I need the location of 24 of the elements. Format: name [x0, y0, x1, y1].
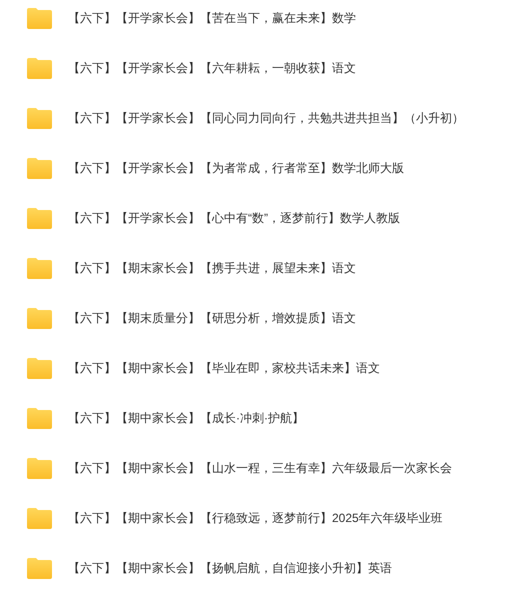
folder-icon	[27, 157, 52, 179]
folder-name[interactable]: 【六下】【开学家长会】【六年耕耘，一朝收获】语文	[68, 59, 356, 77]
folder-icon	[27, 257, 52, 279]
folder-name[interactable]: 【六下】【期中家长会】【山水一程，三生有幸】六年级最后一次家长会	[68, 459, 452, 477]
folder-icon	[27, 7, 52, 29]
folder-name[interactable]: 【六下】【开学家长会】【同心同力同向行，共勉共进共担当】（小升初）	[68, 109, 464, 127]
folder-name[interactable]: 【六下】【期末家长会】【携手共进，展望未来】语文	[68, 259, 356, 277]
folder-icon	[27, 557, 52, 579]
folder-icon	[27, 107, 52, 129]
folder-name[interactable]: 【六下】【开学家长会】【心中有“数”，逐梦前行】数学人教版	[68, 209, 400, 227]
folder-name[interactable]: 【六下】【开学家长会】【苦在当下，赢在未来】数学	[68, 9, 356, 27]
folder-icon	[27, 407, 52, 429]
folder-name[interactable]: 【六下】【开学家长会】【为者常成，行者常至】数学北师大版	[68, 159, 404, 177]
folder-icon	[27, 207, 52, 229]
folder-name[interactable]: 【六下】【期中家长会】【扬帆启航，自信迎接小升初】英语	[68, 559, 392, 577]
folder-name[interactable]: 【六下】【期末质量分】【研思分析，增效提质】语文	[68, 309, 356, 327]
folder-icon	[27, 57, 52, 79]
folder-name[interactable]: 【六下】【期中家长会】【毕业在即，家校共话未来】语文	[68, 359, 380, 377]
folder-icon	[27, 507, 52, 529]
folder-name[interactable]: 【六下】【期中家长会】【成长·冲刺·护航】	[68, 409, 304, 427]
folder-icon	[27, 357, 52, 379]
folder-name[interactable]: 【六下】【期中家长会】【行稳致远，逐梦前行】2025年六年级毕业班	[68, 509, 443, 527]
folder-icon	[27, 307, 52, 329]
folder-icon	[27, 457, 52, 479]
